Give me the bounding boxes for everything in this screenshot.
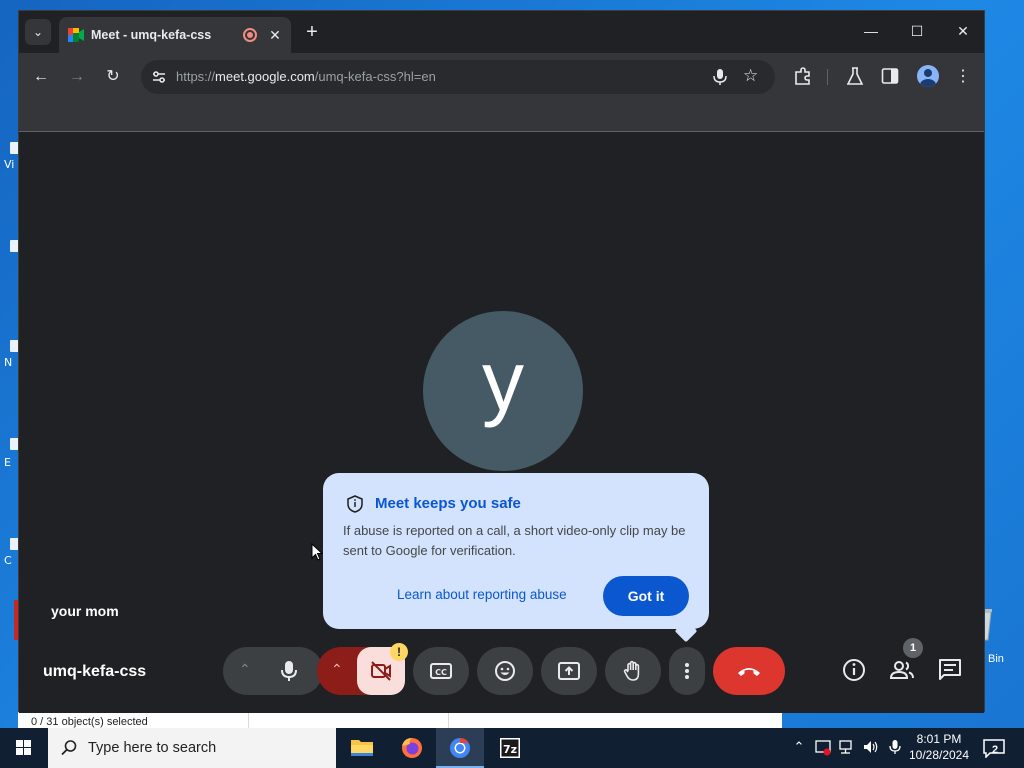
recycle-bin-label: Bin: [988, 653, 1004, 665]
camera-off-icon: [371, 661, 391, 681]
bookmark-star-icon[interactable]: ☆: [743, 66, 758, 86]
chrome-taskbar-button[interactable]: [436, 728, 484, 768]
site-settings-icon[interactable]: [151, 69, 167, 85]
7zip-taskbar-button[interactable]: 7z: [486, 728, 534, 768]
microphone-icon[interactable]: [277, 659, 301, 683]
svg-text:CC: CC: [435, 668, 447, 677]
firefox-taskbar-button[interactable]: [388, 728, 436, 768]
tab-search-button[interactable]: ⌄: [25, 19, 51, 45]
new-tab-button[interactable]: +: [301, 21, 323, 43]
profile-avatar-icon[interactable]: [917, 65, 939, 87]
clock-time: 8:01 PM: [916, 732, 962, 746]
people-icon[interactable]: [887, 655, 917, 685]
search-icon: [61, 740, 77, 756]
camera-warning-badge: !: [390, 643, 408, 661]
file-explorer-taskbar-button[interactable]: [338, 728, 386, 768]
microphone-control-group: ⌃: [223, 647, 323, 695]
raise-hand-button[interactable]: [605, 647, 661, 695]
leave-call-button[interactable]: [713, 647, 785, 695]
participant-name: your mom: [51, 603, 119, 619]
url-host: meet.google.com: [215, 69, 315, 84]
folder-icon: [351, 740, 373, 756]
popup-body: If abuse is reported on a call, a short …: [343, 523, 686, 558]
learn-reporting-abuse-link[interactable]: Learn about reporting abuse: [397, 587, 567, 602]
desktop-icon-label: E: [4, 456, 11, 469]
labs-flask-icon[interactable]: [846, 66, 864, 86]
forward-button[interactable]: →: [65, 65, 89, 89]
chrome-icon: [450, 737, 470, 758]
7zip-icon: 7z: [500, 738, 520, 758]
microphone-icon[interactable]: [711, 68, 729, 86]
url-prefix: https://: [176, 69, 216, 84]
clock-date: 10/28/2024: [908, 748, 970, 762]
audio-options-chevron-icon[interactable]: ⌃: [239, 661, 251, 678]
address-bar[interactable]: https://meet.google.com/umq-kefa-css?hl=…: [141, 60, 775, 94]
meeting-details-info-icon[interactable]: [839, 655, 869, 685]
meeting-code: umq-kefa-css: [43, 663, 147, 680]
reload-button[interactable]: ↻: [101, 65, 125, 89]
recording-indicator-icon: [243, 28, 257, 42]
show-hidden-icons-chevron-icon[interactable]: ⌃: [790, 738, 808, 756]
status-divider: [448, 713, 449, 729]
meet-favicon-icon: [68, 28, 84, 42]
desktop-icon-label: Vi: [4, 158, 15, 171]
back-button[interactable]: ←: [29, 65, 53, 89]
taskbar-search-box[interactable]: Type here to search: [48, 728, 336, 768]
tab-title: Meet - umq-kefa-css: [91, 28, 212, 42]
popup-title: Meet keeps you safe: [375, 495, 521, 512]
participant-avatar: y: [423, 311, 583, 471]
closed-captions-icon: CC: [430, 663, 452, 679]
participant-count-badge: 1: [903, 638, 923, 658]
tab-meet[interactable]: Meet - umq-kefa-css ✕: [59, 17, 291, 53]
toolbar-divider: [827, 69, 828, 85]
minimize-button[interactable]: —: [857, 19, 885, 43]
got-it-button[interactable]: Got it: [603, 576, 689, 616]
emoji-reactions-button[interactable]: [477, 647, 533, 695]
firefox-icon: [402, 738, 422, 758]
system-clock[interactable]: 8:01 PM 10/28/2024: [904, 731, 974, 763]
mouse-cursor-icon: [311, 543, 323, 561]
safety-info-popup: Meet keeps you safe If abuse is reported…: [323, 473, 709, 643]
desktop-icon-label: N: [4, 356, 13, 369]
meet-call-area: y your mom Meet keeps you safe If abuse …: [19, 133, 984, 713]
chat-icon[interactable]: [935, 655, 965, 685]
close-window-button[interactable]: ✕: [949, 19, 977, 43]
more-options-button[interactable]: [669, 647, 705, 695]
explorer-status-bar: 0 / 31 object(s) selected: [18, 712, 782, 729]
volume-icon[interactable]: [862, 738, 880, 756]
raise-hand-icon: [623, 660, 640, 681]
tab-close-icon[interactable]: ✕: [265, 25, 285, 45]
more-vert-icon: [685, 663, 689, 679]
security-alert-icon[interactable]: [814, 738, 832, 756]
popup-tail: [674, 619, 698, 643]
network-icon[interactable]: [838, 738, 856, 756]
hang-up-phone-icon: [738, 668, 760, 676]
side-panel-icon[interactable]: [881, 67, 899, 85]
bookmarks-bar: [19, 101, 984, 132]
browser-window: ⌄ Meet - umq-kefa-css ✕ + — ☐ ✕ ← → ↻ ht…: [18, 10, 985, 713]
extensions-icon[interactable]: [793, 66, 813, 86]
emoji-icon: [495, 661, 515, 681]
notification-count: 2: [992, 744, 999, 756]
browser-toolbar: ← → ↻ https://meet.google.com/umq-kefa-c…: [19, 53, 984, 101]
video-options-chevron-icon[interactable]: ⌃: [331, 661, 343, 678]
maximize-button[interactable]: ☐: [903, 19, 931, 43]
microphone-in-use-icon[interactable]: [886, 738, 904, 756]
tab-strip: ⌄ Meet - umq-kefa-css ✕ + — ☐ ✕: [19, 11, 984, 53]
url-text: https://meet.google.com/umq-kefa-css?hl=…: [176, 69, 436, 84]
windows-taskbar: Type here to search 7z ⌃ 8:01 PM 10/28/2…: [0, 728, 1024, 768]
svg-text:7z: 7z: [503, 743, 517, 756]
shield-info-icon: [347, 495, 363, 513]
present-screen-button[interactable]: [541, 647, 597, 695]
browser-menu-icon[interactable]: ⋮: [951, 65, 975, 89]
desktop-icon-label: C: [4, 554, 12, 567]
url-path: /umq-kefa-css?hl=en: [314, 69, 436, 84]
explorer-selection-status: 0 / 31 object(s) selected: [31, 716, 148, 728]
captions-button[interactable]: CC: [413, 647, 469, 695]
status-divider: [248, 713, 249, 729]
start-windows-icon[interactable]: [0, 728, 48, 768]
present-screen-icon: [558, 662, 580, 680]
search-placeholder: Type here to search: [88, 740, 217, 756]
